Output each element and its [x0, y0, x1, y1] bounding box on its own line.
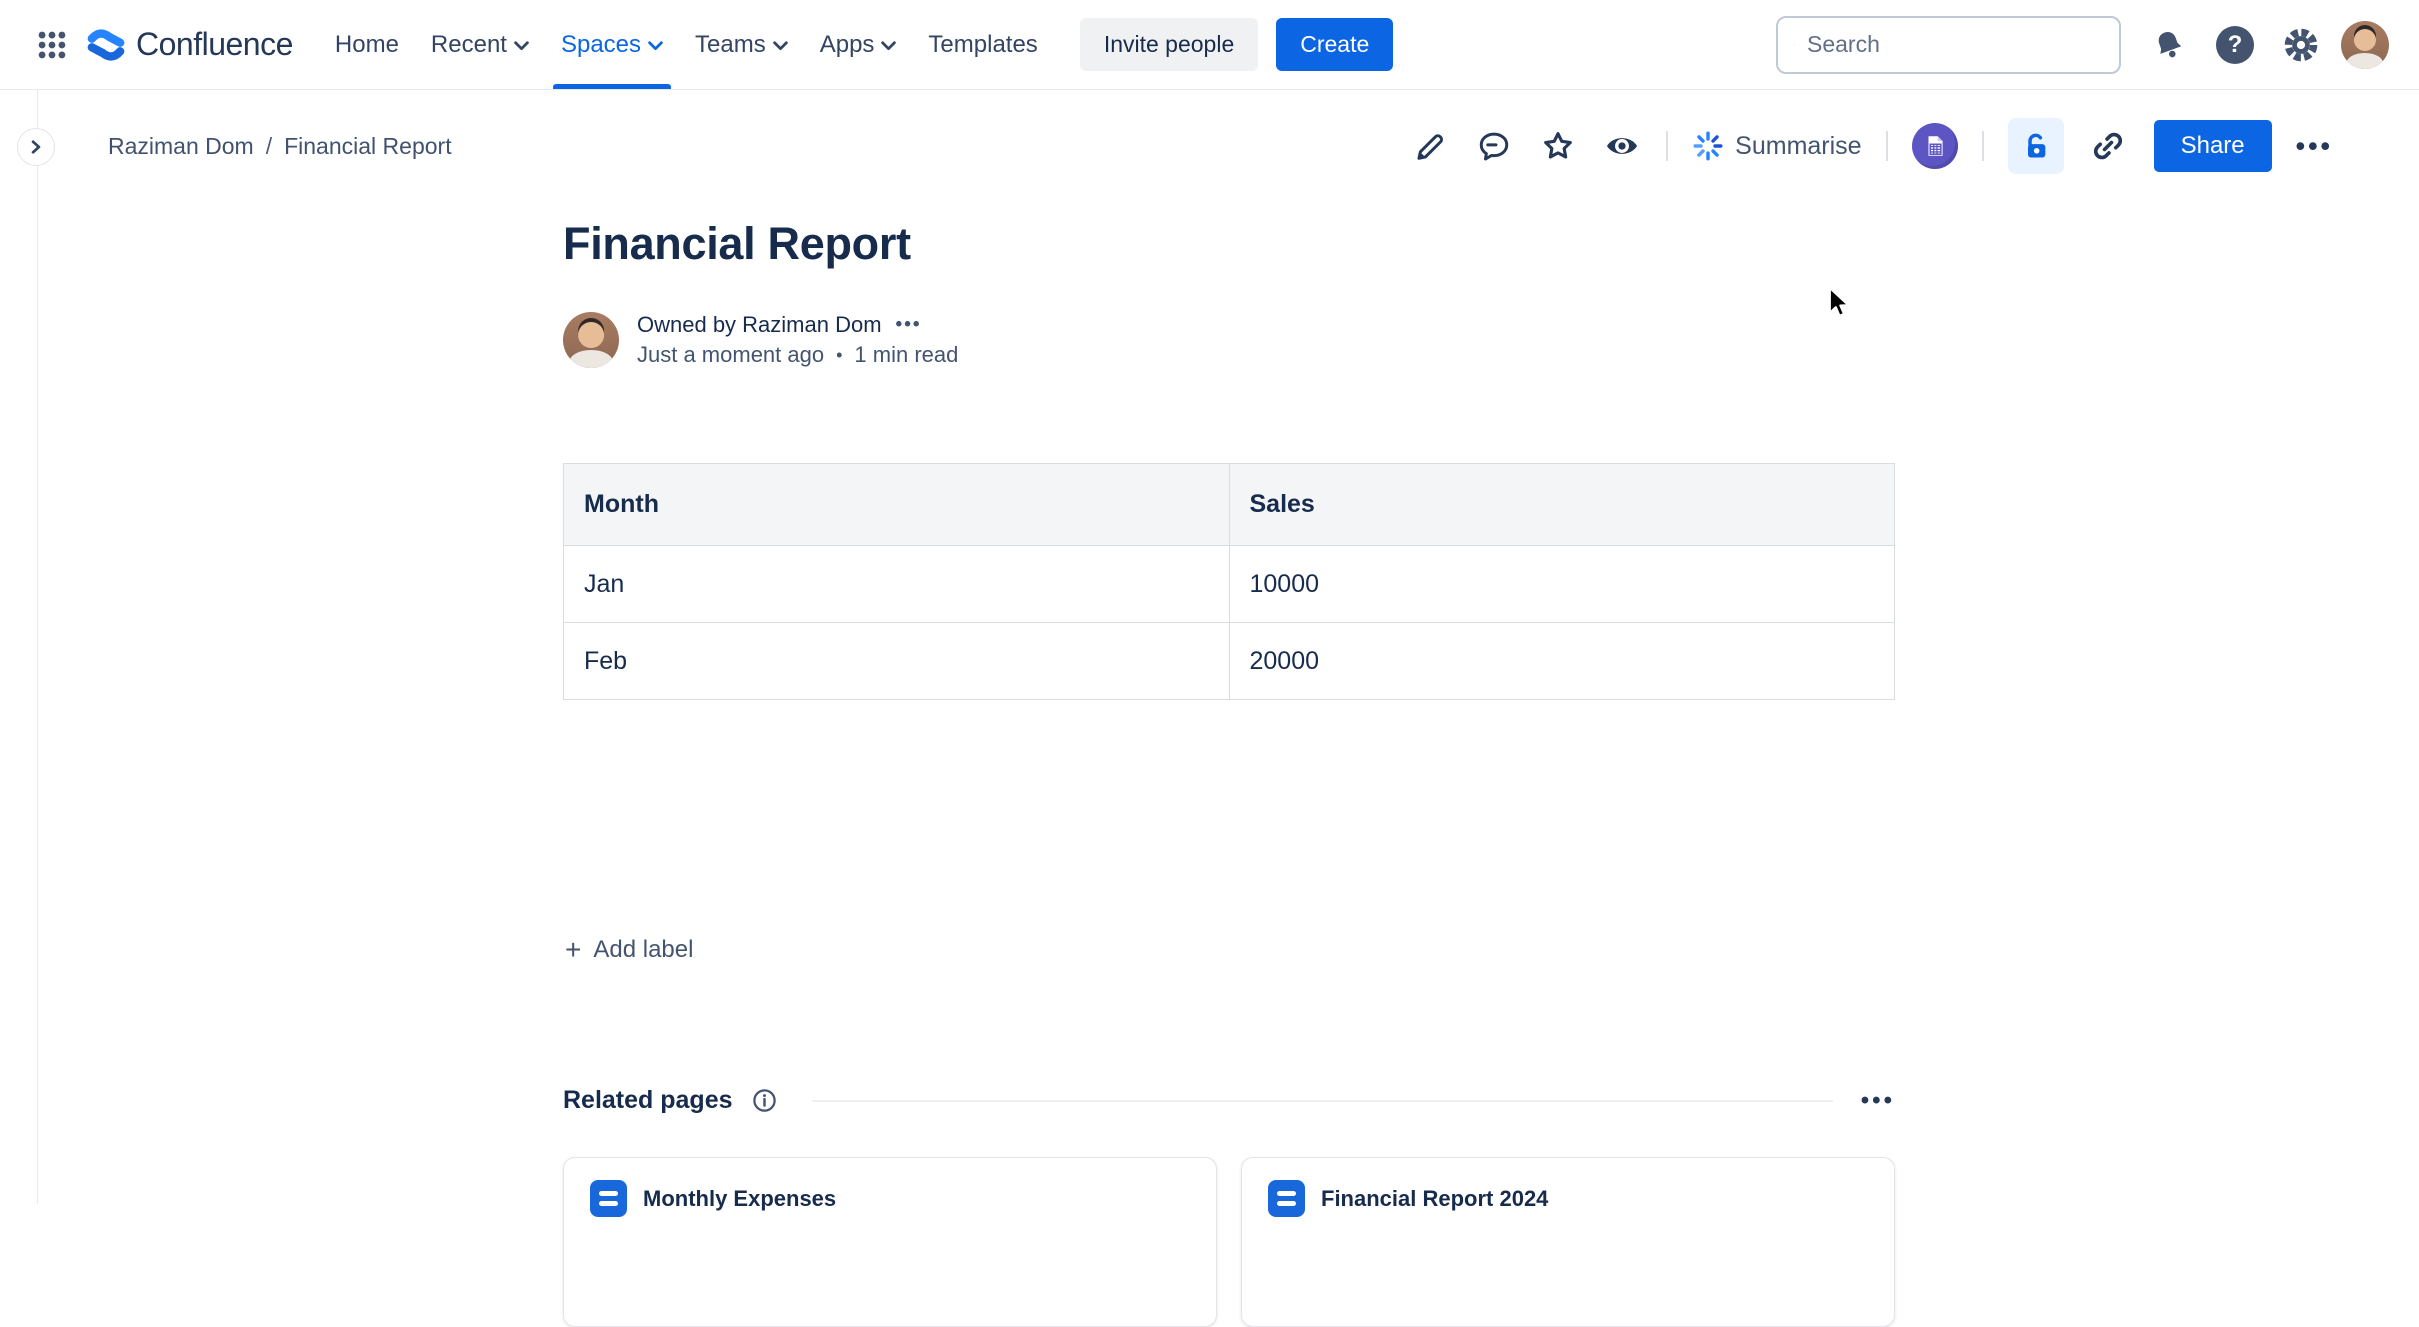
- nav-item-spaces[interactable]: Spaces: [545, 0, 679, 89]
- info-icon[interactable]: [751, 1087, 778, 1114]
- page-icon: [590, 1180, 627, 1217]
- related-pages-title: Related pages: [563, 1086, 733, 1115]
- sidebar-divider: [37, 90, 38, 1204]
- help-button[interactable]: ?: [2209, 19, 2261, 71]
- page-more-button[interactable]: •••: [2296, 133, 2333, 160]
- expand-sidebar-button[interactable]: [17, 128, 55, 166]
- table-cell-month: Feb: [564, 623, 1230, 700]
- restrictions-button[interactable]: [2008, 118, 2064, 174]
- related-card-title: Monthly Expenses: [643, 1186, 836, 1212]
- page-content: Financial Report Owned by Raziman Dom ••…: [563, 0, 1895, 1204]
- share-button[interactable]: Share: [2154, 120, 2272, 172]
- app-switcher-button[interactable]: [28, 21, 76, 69]
- logo-wordmark: Confluence: [136, 26, 293, 63]
- owner-avatar[interactable]: [563, 312, 619, 368]
- related-pages-cards: Monthly Expenses Financial Report 2024: [563, 1157, 1895, 1327]
- table-header-month: Month: [564, 464, 1230, 546]
- sales-table: Month Sales Jan 10000 Feb 20000: [563, 463, 1895, 700]
- read-time-text: 1 min read: [854, 342, 958, 368]
- related-pages-header: Related pages •••: [563, 1086, 1895, 1115]
- page-icon: [1268, 1180, 1305, 1217]
- table-cell-sales: 10000: [1229, 546, 1895, 623]
- table-row: Jan 10000: [564, 546, 1895, 623]
- nav-item-home[interactable]: Home: [319, 0, 415, 89]
- help-icon: ?: [2216, 26, 2254, 64]
- last-updated-text[interactable]: Just a moment ago: [637, 342, 824, 368]
- related-page-card-financial-report-2024[interactable]: Financial Report 2024: [1241, 1157, 1895, 1327]
- profile-avatar[interactable]: [2341, 21, 2389, 69]
- settings-button[interactable]: [2275, 19, 2327, 71]
- table-header-sales: Sales: [1229, 464, 1895, 546]
- notifications-button[interactable]: [2143, 19, 2195, 71]
- byline: Owned by Raziman Dom ••• Just a moment a…: [563, 312, 958, 368]
- primary-nav: Home Recent Spaces Teams Apps Templates: [319, 0, 1054, 89]
- breadcrumb-page-link[interactable]: Financial Report: [284, 133, 451, 160]
- related-more-button[interactable]: •••: [1861, 1089, 1895, 1113]
- nav-item-templates[interactable]: Templates: [912, 0, 1053, 89]
- related-divider-line: [812, 1100, 1833, 1102]
- chevron-down-icon: [514, 41, 529, 51]
- bell-icon: [2151, 27, 2187, 63]
- related-page-card-monthly-expenses[interactable]: Monthly Expenses: [563, 1157, 1217, 1327]
- plus-icon: +: [565, 936, 581, 964]
- page-title: Financial Report: [563, 218, 911, 270]
- add-label-button[interactable]: + Add label: [563, 930, 695, 970]
- active-tab-underline: [553, 84, 671, 89]
- unlock-icon: [2020, 130, 2052, 162]
- table-row: Feb 20000: [564, 623, 1895, 700]
- related-card-title: Financial Report 2024: [1321, 1186, 1548, 1212]
- table-cell-sales: 20000: [1229, 623, 1895, 700]
- search-input[interactable]: [1807, 31, 2103, 58]
- byline-more-button[interactable]: •••: [896, 314, 922, 336]
- confluence-mark-icon: [86, 25, 126, 65]
- chevron-down-icon: [881, 41, 896, 51]
- table-cell-month: Jan: [564, 546, 1230, 623]
- gear-icon: [2282, 26, 2320, 64]
- owner-text[interactable]: Owned by Raziman Dom: [637, 312, 882, 338]
- top-navigation: Confluence Home Recent Spaces Teams Apps: [0, 0, 2419, 90]
- breadcrumb-space-link[interactable]: Raziman Dom: [108, 133, 254, 160]
- link-icon: [2089, 127, 2127, 165]
- search-icon: [1794, 32, 1795, 58]
- chevron-down-icon: [648, 41, 663, 51]
- presenter-icon: [1912, 123, 1958, 169]
- nav-item-apps[interactable]: Apps: [804, 0, 913, 89]
- toolbar-divider: [1982, 131, 1984, 161]
- create-button[interactable]: Create: [1276, 18, 1393, 71]
- search-box[interactable]: [1776, 16, 2121, 74]
- breadcrumb: Raziman Dom / Financial Report: [108, 133, 452, 160]
- chevron-right-icon: [29, 140, 43, 154]
- app-grid-icon: [35, 28, 69, 62]
- present-button[interactable]: [1912, 123, 1958, 169]
- add-label-text: Add label: [593, 936, 693, 964]
- table-header-row: Month Sales: [564, 464, 1895, 546]
- breadcrumb-separator: /: [266, 133, 272, 160]
- chevron-down-icon: [773, 41, 788, 51]
- confluence-logo[interactable]: Confluence: [86, 25, 293, 65]
- nav-item-teams[interactable]: Teams: [679, 0, 804, 89]
- copy-link-button[interactable]: [2088, 126, 2128, 166]
- nav-item-recent[interactable]: Recent: [415, 0, 545, 89]
- invite-people-button[interactable]: Invite people: [1080, 18, 1258, 71]
- byline-dot: •: [836, 345, 842, 366]
